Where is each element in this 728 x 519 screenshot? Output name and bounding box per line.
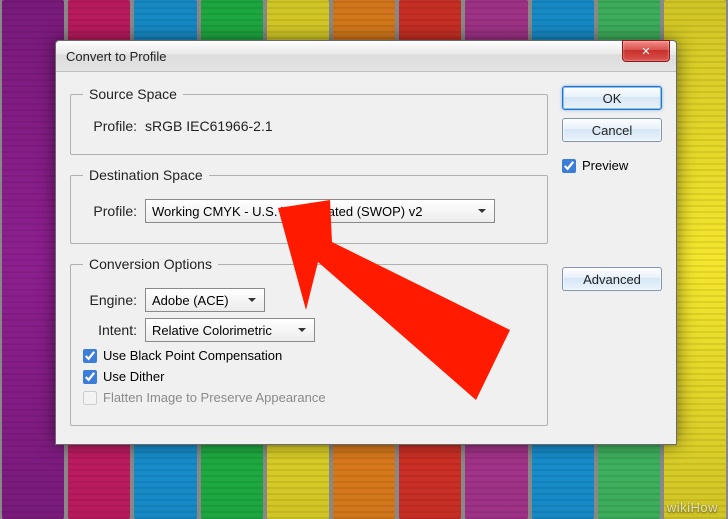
checkbox-row-flatten: Flatten Image to Preserve Appearance <box>83 390 535 405</box>
group-conversion-options: Conversion Options Engine: Adobe (ACE) I… <box>70 256 548 426</box>
label-preview: Preview <box>582 158 628 173</box>
select-engine-value: Adobe (ACE) <box>152 293 229 308</box>
legend-conversion-options: Conversion Options <box>83 256 218 272</box>
checkbox-preview[interactable] <box>562 159 576 173</box>
checkbox-dither[interactable] <box>83 370 97 384</box>
group-destination-space: Destination Space Profile: Working CMYK … <box>70 167 548 244</box>
checkbox-row-dither[interactable]: Use Dither <box>83 369 535 384</box>
dialog-body: Source Space Profile: sRGB IEC61966-2.1 … <box>56 72 676 444</box>
label-engine: Engine: <box>83 292 137 308</box>
select-intent[interactable]: Relative Colorimetric <box>145 318 315 342</box>
legend-destination-space: Destination Space <box>83 167 209 183</box>
title-bar[interactable]: Convert to Profile ✕ <box>56 41 676 72</box>
checkbox-row-preview[interactable]: Preview <box>562 158 662 173</box>
watermark-text: wikiHow <box>667 500 718 515</box>
advanced-button[interactable]: Advanced <box>562 267 662 291</box>
dialog-convert-to-profile: Convert to Profile ✕ Source Space Profil… <box>55 40 677 445</box>
close-icon: ✕ <box>641 45 650 58</box>
label-source-profile: Profile: <box>83 118 137 134</box>
group-source-space: Source Space Profile: sRGB IEC61966-2.1 <box>70 86 548 155</box>
dialog-right-column: OK Cancel Preview Advanced <box>562 86 662 426</box>
legend-source-space: Source Space <box>83 86 183 102</box>
window-title: Convert to Profile <box>66 49 166 64</box>
label-dither: Use Dither <box>103 369 164 384</box>
checkbox-row-black-point[interactable]: Use Black Point Compensation <box>83 348 535 363</box>
select-intent-value: Relative Colorimetric <box>152 323 272 338</box>
cancel-button[interactable]: Cancel <box>562 118 662 142</box>
label-flatten: Flatten Image to Preserve Appearance <box>103 390 326 405</box>
checkbox-black-point[interactable] <box>83 349 97 363</box>
select-engine[interactable]: Adobe (ACE) <box>145 288 265 312</box>
label-intent: Intent: <box>83 322 137 338</box>
label-destination-profile: Profile: <box>83 203 137 219</box>
dialog-left-column: Source Space Profile: sRGB IEC61966-2.1 … <box>70 86 548 426</box>
select-destination-profile-value: Working CMYK - U.S. Web Coated (SWOP) v2 <box>152 204 422 219</box>
close-button[interactable]: ✕ <box>622 40 670 62</box>
checkbox-flatten <box>83 391 97 405</box>
select-destination-profile[interactable]: Working CMYK - U.S. Web Coated (SWOP) v2 <box>145 199 495 223</box>
label-black-point: Use Black Point Compensation <box>103 348 282 363</box>
ok-button[interactable]: OK <box>562 86 662 110</box>
value-source-profile: sRGB IEC61966-2.1 <box>145 118 273 134</box>
